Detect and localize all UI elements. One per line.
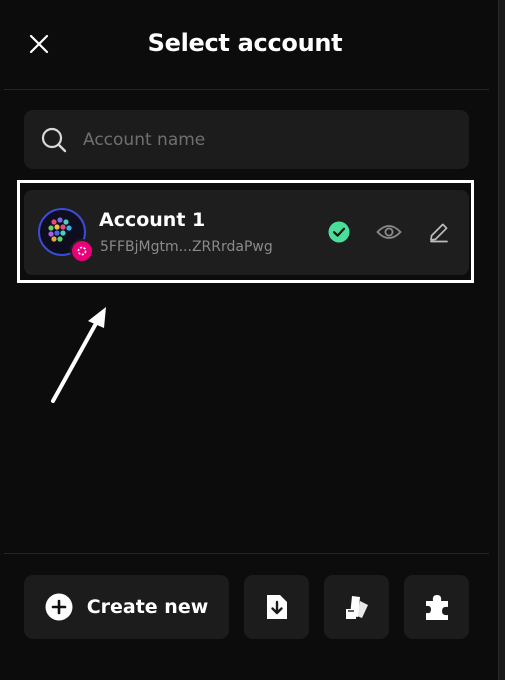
search-input[interactable] — [81, 128, 445, 151]
footer-actions: Create new — [0, 555, 490, 680]
edit-account-button[interactable] — [426, 219, 452, 245]
footer-divider — [4, 553, 489, 554]
import-account-button[interactable] — [244, 575, 309, 639]
selected-check — [328, 221, 350, 243]
eye-icon — [376, 225, 402, 239]
pencil-icon — [430, 223, 448, 243]
extensions-button[interactable] — [404, 575, 469, 639]
puzzle-icon — [425, 595, 448, 620]
swatch-icon — [345, 596, 368, 619]
header: Select account — [0, 0, 490, 90]
view-account-button[interactable] — [375, 219, 403, 245]
pointer-arrow-annotation — [51, 307, 106, 403]
check-circle-icon — [328, 221, 350, 243]
header-divider — [4, 89, 489, 90]
theme-button[interactable] — [324, 575, 389, 639]
page-title: Select account — [147, 29, 343, 57]
search-icon — [41, 127, 67, 152]
create-new-label: Create new — [86, 596, 209, 618]
plus-circle-icon — [45, 593, 73, 621]
search-bar[interactable] — [24, 110, 469, 169]
window-right-edge — [498, 0, 505, 680]
account-name: Account 1 — [99, 209, 206, 231]
create-new-button[interactable]: Create new — [24, 575, 229, 639]
account-avatar — [38, 208, 94, 263]
polkadot-badge-icon — [70, 239, 94, 263]
import-icon — [266, 595, 287, 619]
account-item[interactable]: Account 1 5FFBjMgtm...ZRRrdaPwg — [24, 190, 469, 275]
account-address: 5FFBjMgtm...ZRRrdaPwg — [100, 239, 273, 255]
